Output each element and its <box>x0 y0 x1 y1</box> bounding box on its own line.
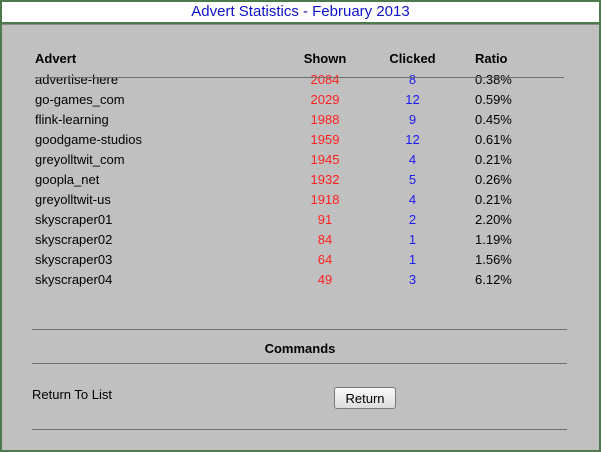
ratio-cell: 0.21% <box>475 151 512 167</box>
shown-cell: 1988 <box>310 111 340 127</box>
clicked-cell: 2 <box>408 211 417 227</box>
table-row: skyscraper04 49 3 6.12% <box>32 269 555 289</box>
return-button[interactable]: Return <box>334 387 396 409</box>
ratio-cell: 0.59% <box>475 91 512 107</box>
advert-cell: go-games_com <box>35 91 125 107</box>
ratio-cell: 2.20% <box>475 211 512 227</box>
commands-top-divider <box>32 329 567 330</box>
footer-divider <box>32 429 567 430</box>
table-row: advertise-here 2084 8 0.38% <box>32 69 555 89</box>
clicked-cell: 1 <box>408 231 417 247</box>
header-divider <box>35 77 564 78</box>
advert-cell: skyscraper02 <box>35 231 113 247</box>
advert-cell: advertise-here <box>35 71 119 87</box>
advert-cell: skyscraper03 <box>35 251 113 267</box>
shown-cell: 1959 <box>310 131 340 147</box>
advert-cell: skyscraper01 <box>35 211 113 227</box>
shown-cell: 64 <box>317 251 333 267</box>
clicked-cell: 8 <box>408 71 417 87</box>
clicked-cell: 4 <box>408 151 417 167</box>
shown-cell: 84 <box>317 231 333 247</box>
stats-panel: Advert Shown Clicked Ratio advertise-her… <box>2 24 599 451</box>
table-body: advertise-here 2084 8 0.38% go-games_com 2029… <box>32 69 555 289</box>
ratio-cell: 6.12% <box>475 271 512 287</box>
return-to-list-label: Return To List <box>32 387 112 402</box>
ratio-cell: 0.38% <box>475 71 512 87</box>
clicked-cell: 5 <box>408 171 417 187</box>
commands-bottom-divider <box>32 363 567 364</box>
shown-cell: 1945 <box>310 151 340 167</box>
table-header-row: Advert Shown Clicked Ratio <box>32 47 555 69</box>
commands-heading: Commands <box>264 341 336 356</box>
header-ratio: Ratio <box>475 50 508 66</box>
header-shown: Shown <box>303 50 347 66</box>
clicked-cell: 1 <box>408 251 417 267</box>
table-row: skyscraper02 84 1 1.19% <box>32 229 555 249</box>
clicked-cell: 4 <box>408 191 417 207</box>
shown-cell: 1932 <box>310 171 340 187</box>
clicked-cell: 3 <box>408 271 417 287</box>
stats-window: Advert Statistics - February 2013 Advert… <box>0 0 601 452</box>
clicked-cell: 12 <box>405 131 420 147</box>
shown-cell: 2084 <box>310 71 340 87</box>
advert-cell: goopla_net <box>35 171 100 187</box>
table-row: greyolltwit-us 1918 4 0.21% <box>32 189 555 209</box>
ratio-cell: 0.45% <box>475 111 512 127</box>
shown-cell: 2029 <box>310 91 340 107</box>
table-row: skyscraper03 64 1 1.56% <box>32 249 555 269</box>
advert-stats-table: Advert Shown Clicked Ratio advertise-her… <box>32 47 555 289</box>
shown-cell: 91 <box>317 211 333 227</box>
advert-cell: greyolltwit-us <box>35 191 111 207</box>
table-row: go-games_com 2029 12 0.59% <box>32 89 555 109</box>
ratio-cell: 0.26% <box>475 171 512 187</box>
advert-cell: goodgame-studios <box>35 131 142 147</box>
ratio-cell: 0.61% <box>475 131 512 147</box>
ratio-cell: 1.19% <box>475 231 512 247</box>
ratio-cell: 0.21% <box>475 191 512 207</box>
clicked-cell: 12 <box>405 91 420 107</box>
shown-cell: 1918 <box>310 191 340 207</box>
ratio-cell: 1.56% <box>475 251 512 267</box>
table-row: greyolltwit_com 1945 4 0.21% <box>32 149 555 169</box>
table-row: goodgame-studios 1959 12 0.61% <box>32 129 555 149</box>
advert-cell: greyolltwit_com <box>35 151 125 167</box>
advert-cell: flink-learning <box>35 111 109 127</box>
table-row: goopla_net 1932 5 0.26% <box>32 169 555 189</box>
header-clicked: Clicked <box>389 50 436 66</box>
shown-cell: 49 <box>317 271 333 287</box>
page-title: Advert Statistics - February 2013 <box>2 2 599 24</box>
table-row: skyscraper01 91 2 2.20% <box>32 209 555 229</box>
advert-cell: skyscraper04 <box>35 271 113 287</box>
table-row: flink-learning 1988 9 0.45% <box>32 109 555 129</box>
header-advert: Advert <box>35 50 77 66</box>
clicked-cell: 9 <box>408 111 417 127</box>
